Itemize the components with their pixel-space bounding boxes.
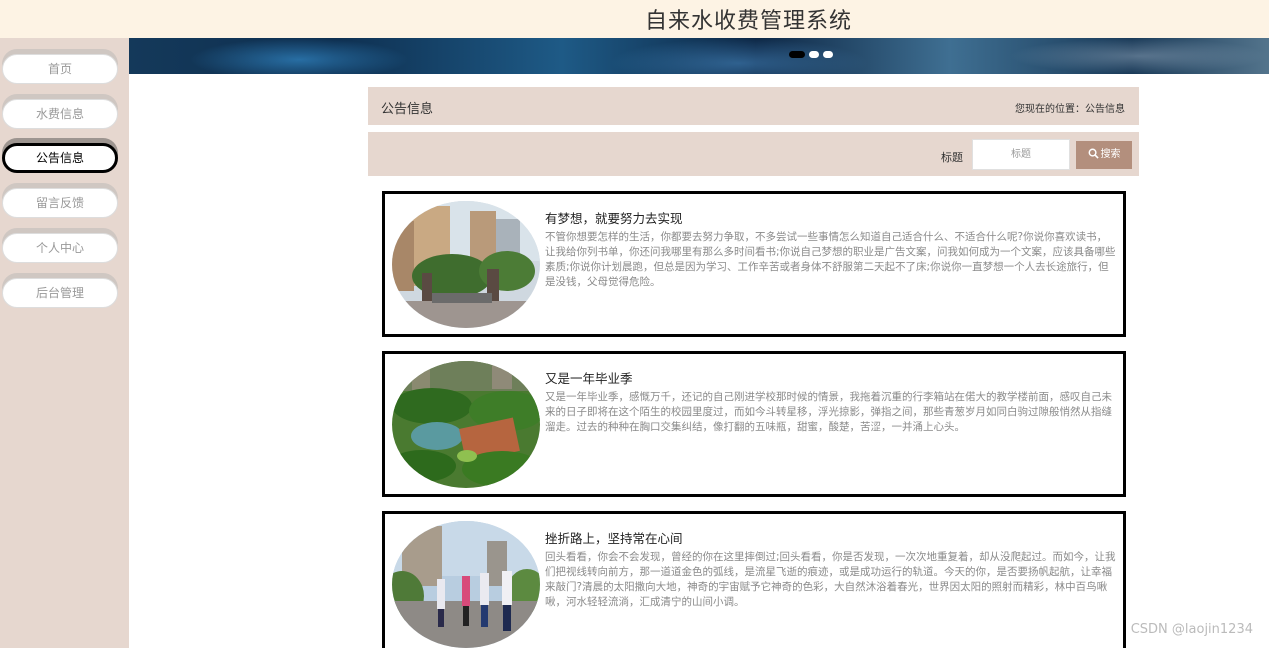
- sidebar-item-admin[interactable]: 后台管理: [2, 278, 118, 308]
- search-bar: 标题 搜索: [368, 132, 1139, 176]
- announcement-card[interactable]: 挫折路上，坚持常在心间 回头看看，你会不会发现，曾经的你在这里摔倒过;回头看看，…: [382, 511, 1126, 648]
- sidebar-item-profile[interactable]: 个人中心: [2, 233, 118, 263]
- page-title: 公告信息: [381, 102, 434, 117]
- banner-carousel: [129, 38, 1269, 74]
- breadcrumb-bar: 公告信息 您现在的位置：公告信息: [368, 87, 1139, 125]
- search-icon: [1088, 148, 1099, 159]
- top-header: 自来水收费管理系统: [0, 0, 1269, 38]
- search-button[interactable]: 搜索: [1076, 141, 1132, 169]
- article-title[interactable]: 有梦想，就要努力去实现: [545, 208, 683, 227]
- search-button-label: 搜索: [1100, 149, 1121, 160]
- article-excerpt: 不管你想要怎样的生活，你都要去努力争取，不多尝试一些事情怎么知道自己适合什么、不…: [545, 231, 1116, 288]
- carousel-dots: [789, 51, 833, 58]
- sidebar-item-feedback[interactable]: 留言反馈: [2, 188, 118, 218]
- sidebar-item-announcements[interactable]: 公告信息: [2, 143, 118, 173]
- banner-light: [189, 38, 409, 74]
- article-title[interactable]: 又是一年毕业季: [545, 368, 633, 387]
- sidebar: 首页 水费信息 公告信息 留言反馈 个人中心 后台管理: [0, 38, 129, 648]
- sidebar-item-water-fee[interactable]: 水费信息: [2, 99, 118, 129]
- article-image-people-walking: [392, 521, 540, 648]
- announcement-card[interactable]: 又是一年毕业季 又是一年毕业季，感慨万千，还记的自己刚进学校那时候的情景，我拖着…: [382, 351, 1126, 497]
- search-label: 标题: [941, 151, 963, 164]
- carousel-dot-1[interactable]: [789, 51, 805, 58]
- article-excerpt: 又是一年毕业季，感慨万千，还记的自己刚进学校那时候的情景，我拖着沉重的行李箱站在…: [545, 391, 1112, 433]
- search-input[interactable]: [972, 139, 1070, 170]
- announcement-card[interactable]: 有梦想，就要努力去实现 不管你想要怎样的生活，你都要去努力争取，不多尝试一些事情…: [382, 191, 1126, 337]
- sidebar-item-home[interactable]: 首页: [2, 54, 118, 84]
- carousel-dot-2[interactable]: [809, 51, 819, 58]
- article-image-residential-gate: [392, 201, 540, 328]
- article-image-garden-pond: [392, 361, 540, 488]
- banner-light: [1009, 38, 1269, 74]
- article-title[interactable]: 挫折路上，坚持常在心间: [545, 528, 683, 547]
- site-title: 自来水收费管理系统: [645, 9, 853, 34]
- carousel-dot-3[interactable]: [823, 51, 833, 58]
- watermark: CSDN @laojin1234: [1130, 622, 1253, 637]
- breadcrumb: 您现在的位置：公告信息: [1015, 104, 1125, 115]
- article-excerpt: 回头看看，你会不会发现，曾经的你在这里摔倒过;回头看看，你是否发现，一次次地重复…: [545, 551, 1116, 608]
